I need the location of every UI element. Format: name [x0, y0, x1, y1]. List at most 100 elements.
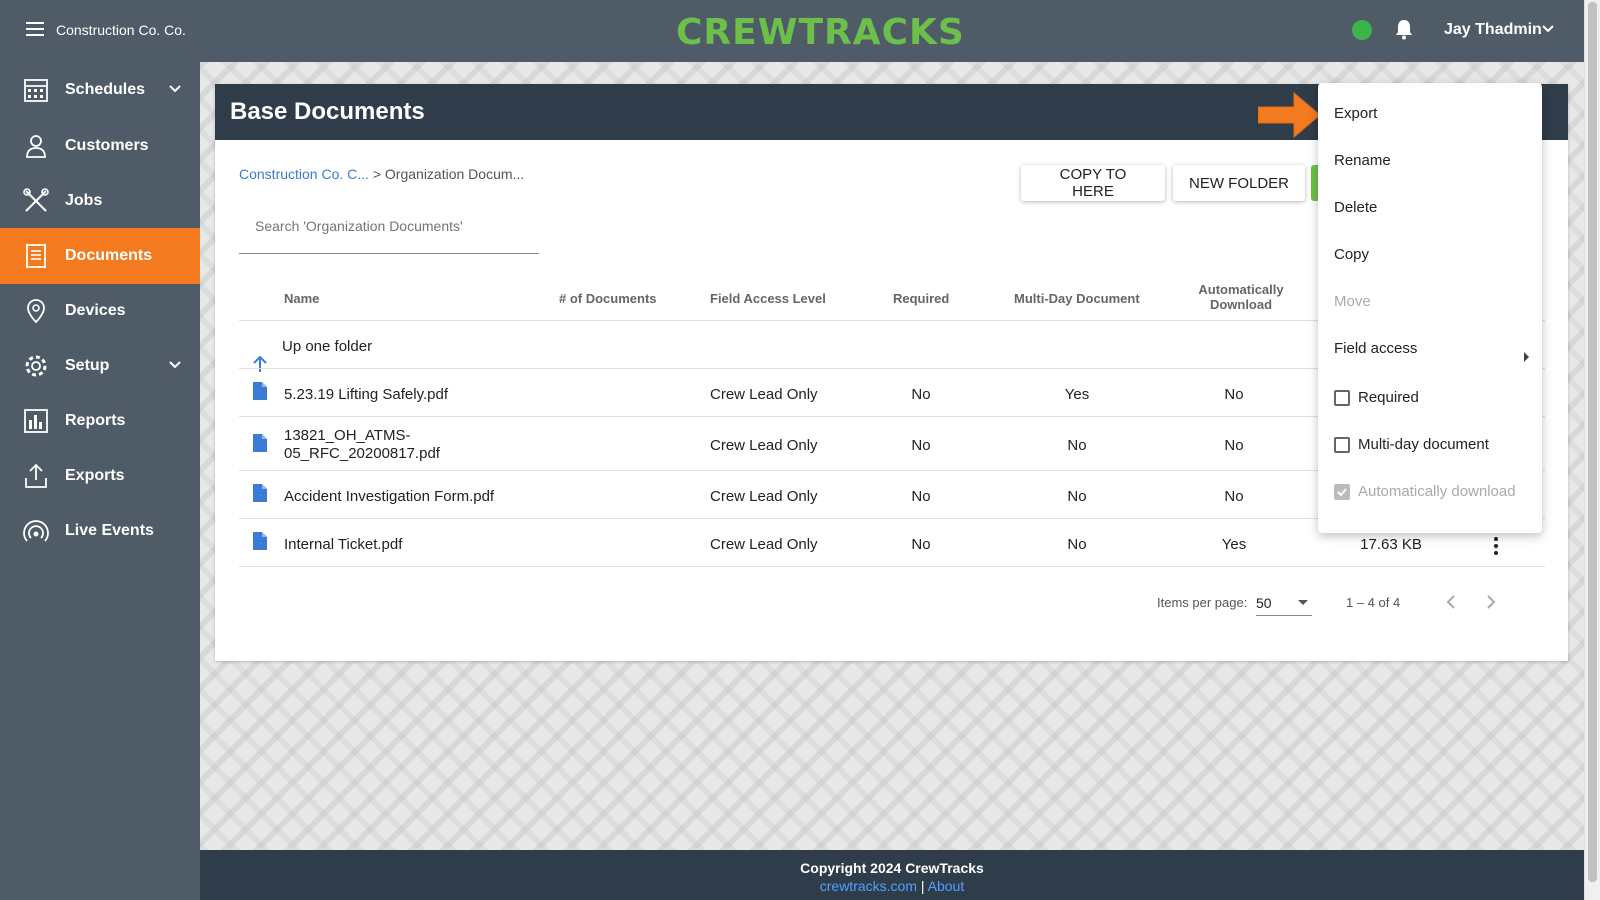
chevron-down-icon[interactable]	[168, 84, 182, 94]
document-name[interactable]: 13821_OH_ATMS- 05_RFC_20200817.pdf	[284, 427, 440, 463]
column-header-name[interactable]: Name	[284, 291, 319, 306]
status-indicator	[1352, 20, 1372, 40]
sidebar-item-exports[interactable]: Exports	[0, 448, 200, 504]
sidebar-item-live-events[interactable]: Live Events	[0, 503, 200, 559]
multi-day-value: No	[1067, 536, 1087, 553]
auto-download-value: Yes	[1221, 536, 1247, 553]
field-access-value: Crew Lead Only	[710, 488, 818, 505]
required-value: No	[911, 437, 931, 454]
sidebar-item-customers[interactable]: Customers	[0, 118, 200, 174]
about-link[interactable]: About	[928, 878, 965, 894]
chevron-down-icon[interactable]	[1542, 24, 1554, 34]
breadcrumb: Construction Co. C... > Organization Doc…	[239, 166, 524, 182]
document-context-menu: Export Rename Delete Copy Move Field acc…	[1318, 83, 1542, 533]
search-input[interactable]	[239, 208, 529, 244]
multi-day-value: No	[1067, 488, 1087, 505]
chevron-right-icon[interactable]	[1485, 594, 1497, 610]
breadcrumb-link-organization[interactable]: Construction Co. C...	[239, 166, 369, 182]
file-icon	[253, 532, 267, 550]
user-menu[interactable]: Jay Thadmin	[1444, 21, 1542, 39]
page-scrollbar[interactable]	[1584, 0, 1600, 900]
sidebar-item-label: Documents	[65, 247, 153, 264]
arrow-up-icon[interactable]	[252, 355, 268, 373]
sidebar-item-reports[interactable]: Reports	[0, 393, 200, 449]
tools-icon	[23, 188, 49, 212]
sidebar-item-jobs[interactable]: Jobs	[0, 173, 200, 229]
broadcast-icon	[23, 520, 49, 542]
sidebar-item-setup[interactable]: Setup	[0, 338, 200, 394]
column-header-auto-download[interactable]: Automatically Download	[1181, 282, 1301, 312]
calendar-icon	[24, 79, 48, 102]
auto-download-value: No	[1224, 386, 1244, 403]
bar-chart-icon	[24, 409, 48, 433]
menu-item-export[interactable]: Export	[1334, 105, 1377, 122]
organization-name: Construction Co. Co.	[56, 22, 186, 38]
file-icon	[253, 434, 267, 452]
items-per-page-select[interactable]: 50	[1256, 588, 1312, 616]
auto-download-value: No	[1224, 437, 1244, 454]
document-name[interactable]: Internal Ticket.pdf	[284, 536, 402, 553]
menu-item-field-access[interactable]: Field access	[1334, 340, 1417, 357]
menu-item-rename[interactable]: Rename	[1334, 152, 1391, 169]
menu-item-copy[interactable]: Copy	[1334, 246, 1369, 263]
copy-to-here-button[interactable]: COPY TO HERE	[1021, 165, 1165, 201]
column-header-num-docs[interactable]: # of Documents	[559, 291, 657, 306]
pagination-range: 1 – 4 of 4	[1346, 595, 1401, 610]
chevron-left-icon[interactable]	[1445, 594, 1457, 610]
sidebar-item-label: Setup	[65, 357, 110, 374]
required-value: No	[911, 386, 931, 403]
column-header-field-access[interactable]: Field Access Level	[710, 291, 826, 306]
items-per-page-value: 50	[1256, 595, 1272, 611]
sidebar-item-schedules[interactable]: Schedules	[0, 62, 200, 118]
caret-down-icon	[1298, 600, 1308, 605]
field-access-value: Crew Lead Only	[710, 386, 818, 403]
sidebar-item-label: Customers	[65, 137, 149, 154]
file-icon	[253, 484, 267, 502]
top-bar: Construction Co. Co. CREWTRACKS Jay Thad…	[0, 0, 1584, 62]
sidebar-item-label: Reports	[65, 412, 126, 429]
document-name-line1: 13821_OH_ATMS-	[284, 427, 411, 444]
sidebar-item-label: Live Events	[65, 522, 154, 539]
location-pin-icon	[27, 299, 45, 324]
more-options-icon[interactable]	[1494, 537, 1498, 558]
menu-item-multi-day[interactable]: Multi-day document	[1358, 436, 1489, 453]
footer-separator: |	[916, 878, 928, 894]
document-name[interactable]: Accident Investigation Form.pdf	[284, 488, 494, 505]
breadcrumb-separator: >	[368, 166, 385, 182]
breadcrumb-current: Organization Docum...	[384, 166, 525, 182]
auto-download-checkbox	[1334, 484, 1350, 500]
items-per-page-label: Items per page:	[1157, 595, 1248, 610]
hamburger-menu-icon[interactable]	[26, 22, 44, 36]
auto-download-value: No	[1224, 488, 1244, 505]
crewtracks-logo: CREWTRACKS	[676, 12, 965, 53]
required-value: No	[911, 488, 931, 505]
menu-item-required[interactable]: Required	[1358, 389, 1419, 406]
menu-item-delete[interactable]: Delete	[1334, 199, 1377, 216]
column-header-auto-download-line2: Download	[1209, 297, 1273, 312]
required-checkbox[interactable]	[1334, 390, 1350, 406]
document-name[interactable]: 5.23.19 Lifting Safely.pdf	[284, 386, 448, 403]
column-header-required[interactable]: Required	[893, 291, 949, 306]
up-one-folder-link[interactable]: Up one folder	[282, 338, 372, 355]
menu-item-auto-download: Automatically download	[1358, 483, 1516, 500]
field-access-value: Crew Lead Only	[710, 437, 818, 454]
sidebar-item-label: Schedules	[65, 81, 146, 98]
notification-bell-icon[interactable]	[1394, 18, 1414, 40]
multi-day-checkbox[interactable]	[1334, 437, 1350, 453]
caret-right-icon	[1524, 352, 1529, 362]
upload-icon	[25, 463, 47, 488]
checkmark-icon	[1337, 488, 1347, 497]
sidebar-item-documents[interactable]: Documents	[0, 228, 200, 284]
column-header-multi-day[interactable]: Multi-Day Document	[1014, 291, 1140, 306]
sidebar-item-devices[interactable]: Devices	[0, 283, 200, 339]
menu-item-move: Move	[1334, 293, 1371, 310]
customer-icon	[26, 135, 46, 158]
crewtracks-site-link[interactable]: crewtracks.com	[820, 878, 917, 894]
new-folder-button[interactable]: NEW FOLDER	[1173, 165, 1305, 201]
chevron-down-icon[interactable]	[168, 360, 182, 370]
search-field	[239, 208, 539, 254]
scrollbar-thumb[interactable]	[1588, 2, 1597, 882]
page-title: Base Documents	[230, 98, 425, 125]
sidebar-item-label: Exports	[65, 467, 125, 484]
file-size-value: 17.63 KB	[1360, 536, 1422, 553]
